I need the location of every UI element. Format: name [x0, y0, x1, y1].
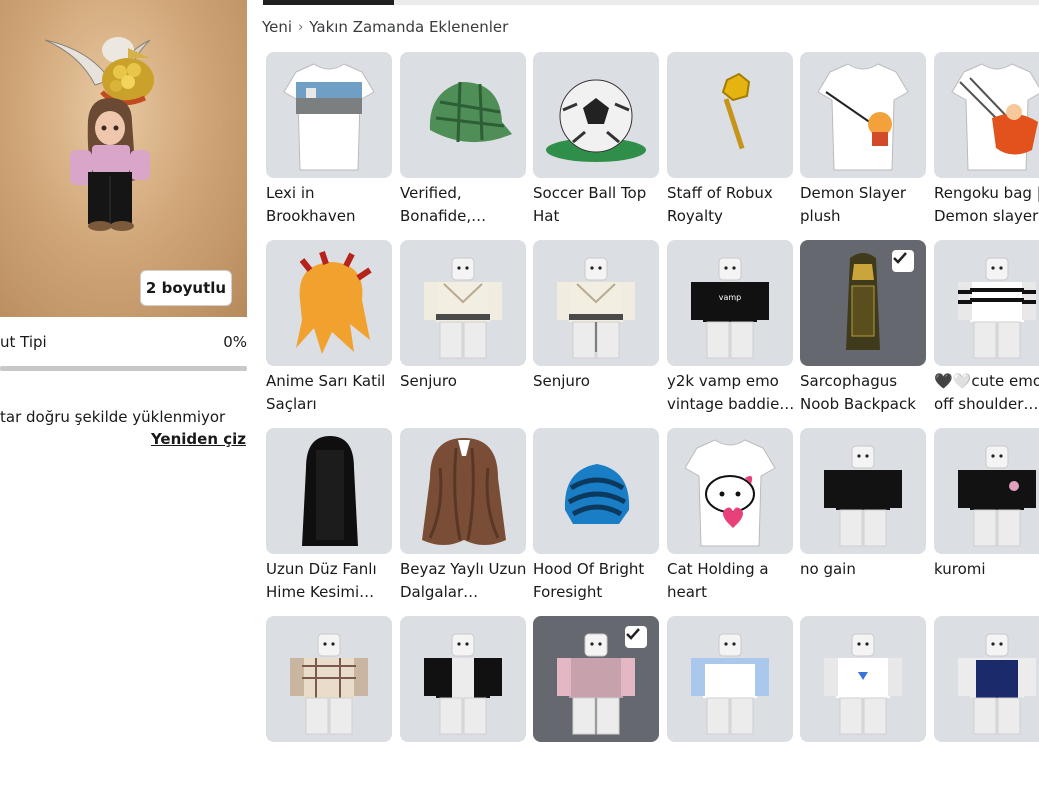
item-thumbnail[interactable]	[400, 428, 526, 554]
item-thumbnail[interactable]	[934, 52, 1039, 178]
item-thumbnail-image	[958, 445, 1036, 547]
item-thumbnail-image	[296, 251, 372, 354]
item-thumbnail[interactable]	[800, 52, 926, 178]
item-thumbnail-image	[424, 257, 502, 359]
item-name[interactable]	[266, 746, 396, 794]
item-name[interactable]	[400, 746, 530, 794]
item-name[interactable]: Demon Slayer plush	[800, 182, 930, 230]
item-thumbnail[interactable]	[533, 52, 659, 178]
item-thumbnail-image	[691, 633, 769, 735]
breadcrumb-current: Yakın Zamanda Eklenenler	[309, 18, 509, 36]
breadcrumb-root-link[interactable]: Yeni	[262, 18, 292, 36]
item-name[interactable]: Soccer Ball Top Hat	[533, 182, 663, 230]
item-thumbnail[interactable]	[934, 616, 1039, 742]
item-thumbnail[interactable]	[800, 616, 926, 742]
item-thumbnail[interactable]	[533, 616, 659, 742]
item-thumbnail[interactable]: vamp	[667, 240, 793, 366]
item-name[interactable]: Beyaz Yaylı Uzun Dalgalar…	[400, 558, 530, 606]
item-name[interactable]: y2k vamp emo vintage baddie…	[667, 370, 797, 418]
body-type-row: ut Tipi 0%	[0, 333, 247, 355]
item-thumbnail-image	[546, 79, 646, 162]
item-thumbnail[interactable]	[533, 240, 659, 366]
item-thumbnail-image	[564, 464, 630, 524]
item-name[interactable]: Staff of Robux Royalty	[667, 182, 797, 230]
checkmark-icon	[625, 626, 647, 648]
body-type-slider[interactable]	[0, 366, 247, 371]
item-thumbnail-image	[824, 633, 902, 735]
item-thumbnail-image	[721, 72, 751, 150]
item-thumbnail[interactable]	[533, 428, 659, 554]
avatar-warning-text: tar doğru şekilde yüklenmiyor	[0, 408, 226, 426]
item-name[interactable]	[934, 746, 1039, 794]
svg-text:vamp: vamp	[719, 293, 742, 302]
item-name[interactable]: Anime Sarı Katil Saçları	[266, 370, 396, 418]
item-thumbnail-image	[283, 63, 375, 171]
item-thumbnail[interactable]	[800, 428, 926, 554]
item-thumbnail-image	[958, 633, 1036, 735]
tab-active-indicator	[263, 0, 394, 5]
item-thumbnail-image	[302, 436, 358, 546]
chevron-right-icon: ›	[298, 19, 304, 35]
item-name[interactable]: Senjuro	[400, 370, 530, 418]
item-thumbnail-image	[958, 257, 1036, 359]
item-thumbnail[interactable]	[266, 616, 392, 742]
item-thumbnail[interactable]	[667, 616, 793, 742]
item-name[interactable]: Sarcophagus Noob Backpack	[800, 370, 930, 418]
item-thumbnail[interactable]	[667, 52, 793, 178]
item-thumbnail[interactable]	[667, 428, 793, 554]
item-thumbnail-image	[424, 633, 502, 735]
redraw-link[interactable]: Yeniden çiz	[151, 430, 246, 448]
item-name[interactable]: Cat Holding a heart	[667, 558, 797, 606]
item-name[interactable]: Senjuro	[533, 370, 663, 418]
toggle-2d-button[interactable]: 2 boyutlu	[140, 270, 232, 306]
item-name[interactable]	[800, 746, 930, 794]
item-name[interactable]: Uzun Düz Fanlı Hime Kesimi…	[266, 558, 396, 606]
item-name[interactable]	[667, 746, 797, 794]
item-thumbnail[interactable]	[400, 240, 526, 366]
breadcrumb: Yeni › Yakın Zamanda Eklenenler	[262, 18, 508, 36]
item-name[interactable]	[533, 746, 663, 794]
item-thumbnail-image	[290, 633, 368, 735]
item-thumbnail-image	[824, 445, 902, 547]
item-name[interactable]: Hood Of Bright Foresight	[533, 558, 663, 606]
item-thumbnail[interactable]	[800, 240, 926, 366]
avatar-preview: 2 boyutlu	[0, 0, 247, 317]
item-thumbnail-image	[557, 257, 635, 359]
item-name[interactable]: Rengoku bag | Demon slayer	[934, 182, 1039, 230]
item-thumbnail[interactable]	[934, 428, 1039, 554]
body-type-label: ut Tipi	[0, 333, 47, 351]
item-name[interactable]: Lexi in Brookhaven	[266, 182, 396, 230]
item-thumbnail-image	[684, 439, 776, 547]
item-thumbnail[interactable]	[400, 616, 526, 742]
item-thumbnail-image	[951, 63, 1039, 171]
item-thumbnail[interactable]	[266, 240, 392, 366]
item-thumbnail-image: vamp	[691, 257, 769, 359]
body-type-value: 0%	[223, 333, 247, 351]
item-thumbnail-image	[817, 63, 909, 171]
item-name[interactable]: Verified, Bonafide,…	[400, 182, 530, 230]
checkmark-icon	[892, 250, 914, 272]
item-thumbnail[interactable]	[266, 428, 392, 554]
item-thumbnail[interactable]	[400, 52, 526, 178]
item-name[interactable]: no gain	[800, 558, 930, 606]
item-name[interactable]: 🖤🤍cute emo off shoulder…	[934, 370, 1039, 418]
item-thumbnail-image	[422, 438, 506, 545]
item-thumbnail[interactable]	[266, 52, 392, 178]
item-thumbnail-image	[429, 81, 512, 143]
item-thumbnail[interactable]	[934, 240, 1039, 366]
item-name[interactable]: kuromi	[934, 558, 1039, 606]
